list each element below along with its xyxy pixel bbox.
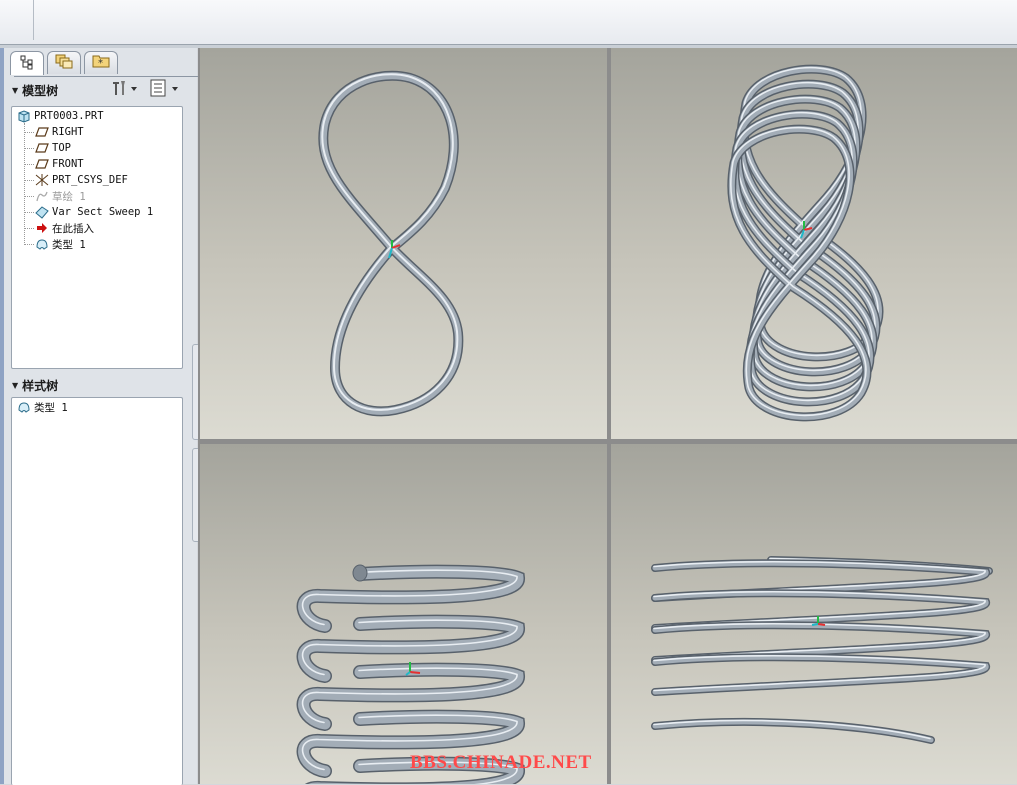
navigator-tabs: * [10,51,198,77]
tree-guide [24,123,25,243]
sweep-icon [34,205,50,219]
tree-item[interactable]: PRT_CSYS_DEF [34,172,128,188]
favorites-icon: * [92,53,110,73]
tree-item[interactable]: 在此插入 [34,220,94,236]
style-tree-title: 样式树 [22,378,59,393]
collapse-icon: ▼ [12,85,19,95]
coil-angled-view [651,556,993,744]
tree-item[interactable]: FRONT [34,156,84,172]
tree-guide [24,164,34,165]
datum-plane-icon [34,125,50,139]
tree-item[interactable]: 类型 1 [34,236,86,252]
settings-icon [110,79,138,101]
model-tree-icon [19,54,35,74]
tree-item-label: RIGHT [52,126,84,138]
csys-icon [34,173,50,187]
tree-item[interactable]: 类型 1 [16,399,68,415]
tree-guide [24,228,34,229]
figure-eight-view [318,70,464,417]
tree-item-label: FRONT [52,158,84,170]
settings-button[interactable] [110,80,138,100]
tree-guide [24,212,34,213]
viewport-top-left[interactable] [200,48,607,439]
tree-item[interactable]: RIGHT [34,124,84,140]
tree-item[interactable]: TOP [34,140,71,156]
viewport-bottom-right[interactable] [611,444,1017,784]
tree-item-label: PRT0003.PRT [34,110,104,122]
tree-guide [24,132,34,133]
tab-folder-browser[interactable] [47,51,81,74]
tree-item[interactable]: PRT0003.PRT [16,108,104,124]
tree-item-label: TOP [52,142,71,154]
datum-plane-icon [34,141,50,155]
tree-guide [24,196,34,197]
tree-guide [24,148,34,149]
top-toolbar [0,0,1017,45]
viewport-bottom-left[interactable] [200,444,607,784]
model-tree: PRT0003.PRT RIGHT TOP FRONT PRT_CSYS_DEF 草绘 1… [11,106,183,369]
figure-eight-coil-view [727,64,884,422]
svg-text:*: * [98,58,103,69]
tree-guide [24,180,34,181]
model-tree-title: 模型树 [22,83,59,98]
sketch-icon [34,189,50,203]
navigator-panel: * ▼ 模型树 PRT0003.PRT RIGHT TOP FRONT PRT_… [4,48,201,785]
coil-side-view [296,564,525,784]
tab-baseline [14,76,198,77]
insert-arrow-icon [34,221,50,235]
tree-item-label: 类型 1 [34,401,68,414]
style-icon [34,237,50,251]
tree-item[interactable]: Var Sect Sweep 1 [34,204,153,220]
tree-item-label: 在此插入 [52,222,94,235]
datum-plane-icon [34,157,50,171]
show-icon [149,79,181,101]
tree-item-label: Var Sect Sweep 1 [52,206,154,218]
viewport-top-right[interactable] [611,48,1017,439]
toolbar-separator [33,0,34,40]
style-tree: 类型 1 [11,397,183,785]
tree-guide [24,244,34,245]
watermark: BBS.CHINADE.NET [410,752,592,773]
style-tree-header[interactable]: ▼ 样式树 [12,376,192,394]
collapse-icon: ▼ [12,380,19,390]
tab-model-tree[interactable] [10,51,44,75]
part-icon [16,109,32,123]
tree-item[interactable]: 草绘 1 [34,188,86,204]
tree-item-label: 草绘 1 [52,190,86,203]
tree-item-label: PRT_CSYS_DEF [52,174,128,186]
show-button[interactable] [149,79,181,101]
tree-item-label: 类型 1 [52,238,86,251]
graphics-area [198,48,1017,784]
tab-favorites[interactable]: * [84,51,118,74]
style-icon [16,400,32,414]
folder-browser-icon [55,53,73,73]
